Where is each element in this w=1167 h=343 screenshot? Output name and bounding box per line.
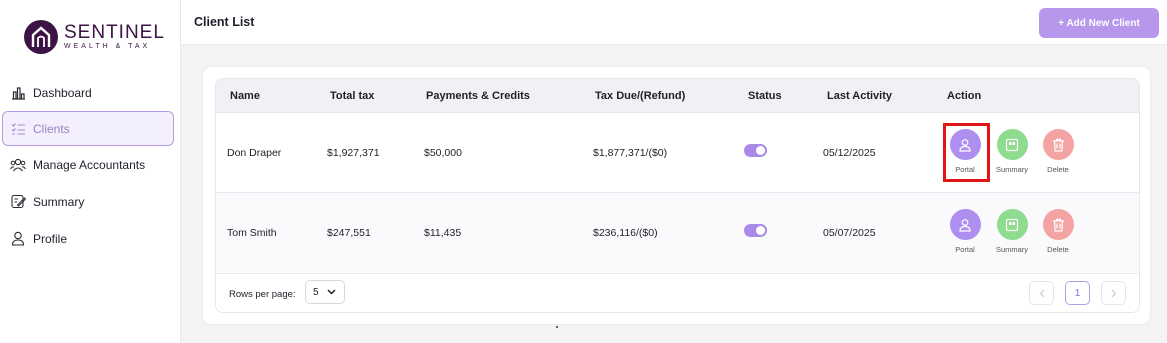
cell-tax-due: $1,877,371/($0) [593, 147, 668, 159]
rows-per-page-select[interactable]: 5 [305, 280, 345, 304]
sidebar-item-label: Summary [33, 194, 85, 209]
cell-total-tax: $247,551 [327, 227, 371, 239]
add-new-client-button[interactable]: + Add New Client [1039, 8, 1159, 38]
sidebar-item-profile[interactable]: Profile [0, 220, 181, 257]
sidebar: SENTINEL WEALTH & TAX Dashboard Clients … [0, 0, 181, 343]
summary-icon [1005, 138, 1019, 151]
cell-tax-due: $236,116/($0) [593, 227, 658, 239]
previous-page-button[interactable] [1029, 281, 1054, 305]
trash-icon [1052, 218, 1064, 232]
delete-action[interactable]: Delete [1038, 129, 1078, 174]
column-header-action: Action [947, 90, 982, 102]
next-page-button[interactable] [1101, 281, 1126, 305]
user-icon [10, 231, 26, 247]
sidebar-item-label: Profile [33, 231, 68, 246]
rows-per-page-label: Rows per page: [229, 289, 296, 300]
summary-label: Summary [995, 165, 1029, 174]
chevron-right-icon [1111, 289, 1116, 297]
cell-last-activity: 05/07/2025 [823, 227, 876, 239]
brand-tagline: WEALTH & TAX [64, 43, 151, 50]
logo-mark-icon [24, 20, 58, 54]
column-header-payments: Payments & Credits [426, 90, 530, 102]
delete-label: Delete [1047, 245, 1069, 254]
table-row: Tom Smith $247,551 $11,435 $236,116/($0)… [216, 192, 1139, 272]
rows-per-page-value: 5 [313, 286, 319, 298]
sidebar-item-clients[interactable]: Clients [2, 111, 174, 146]
edit-document-icon [10, 194, 26, 210]
summary-action[interactable]: Summary [992, 209, 1032, 254]
column-header-last-activity: Last Activity [827, 90, 893, 102]
sidebar-item-label: Clients [33, 121, 70, 136]
delete-button[interactable] [1042, 209, 1074, 240]
sidebar-item-summary[interactable]: Summary [0, 183, 181, 220]
toggle-knob [756, 146, 765, 155]
cell-name: Don Draper [227, 147, 282, 159]
sidebar-nav: Dashboard Clients Manage Accountants Sum… [0, 74, 181, 257]
sidebar-item-label: Dashboard [33, 85, 92, 100]
highlight-box [943, 123, 990, 182]
sidebar-item-label: Manage Accountants [33, 157, 146, 172]
cell-last-activity: 05/12/2025 [823, 147, 876, 159]
cell-payments: $50,000 [424, 147, 462, 159]
cell-total-tax: $1,927,371 [327, 147, 380, 159]
delete-action[interactable]: Delete [1038, 209, 1078, 254]
portal-button[interactable] [949, 209, 981, 240]
trash-icon [1052, 138, 1064, 152]
delete-button[interactable] [1042, 129, 1074, 160]
toggle-knob [756, 226, 765, 235]
table-header: Name Total tax Payments & Credits Tax Du… [216, 79, 1139, 112]
chevron-down-icon [327, 289, 336, 295]
client-table: Name Total tax Payments & Credits Tax Du… [215, 78, 1140, 313]
sidebar-item-dashboard[interactable]: Dashboard [0, 74, 181, 111]
table-row: Don Draper $1,927,371 $50,000 $1,877,371… [216, 112, 1139, 192]
client-list-card: Name Total tax Payments & Credits Tax Du… [202, 66, 1151, 325]
column-header-status: Status [748, 90, 782, 102]
column-header-total-tax: Total tax [330, 90, 375, 102]
top-header: Client List + Add New Client [181, 0, 1167, 45]
summary-button[interactable] [996, 209, 1028, 240]
stray-dot [556, 326, 558, 328]
chevron-left-icon [1039, 289, 1044, 297]
portal-label: Portal [955, 245, 975, 254]
status-toggle[interactable] [744, 224, 767, 237]
column-header-tax-due: Tax Due/(Refund) [595, 90, 686, 102]
list-check-icon [10, 121, 26, 137]
page-title: Client List [194, 15, 255, 29]
brand-logo[interactable]: SENTINEL WEALTH & TAX [24, 20, 165, 54]
portal-action[interactable]: Portal [945, 209, 985, 254]
cell-payments: $11,435 [424, 227, 462, 239]
cell-name: Tom Smith [227, 227, 277, 239]
users-icon [10, 157, 26, 173]
delete-label: Delete [1047, 165, 1069, 174]
table-footer: Rows per page: 5 1 [216, 273, 1139, 312]
status-toggle[interactable] [744, 144, 767, 157]
user-icon [959, 218, 971, 232]
summary-button[interactable] [996, 129, 1028, 160]
column-header-name: Name [230, 90, 260, 102]
bar-chart-icon [10, 85, 26, 101]
summary-icon [1005, 218, 1019, 231]
sidebar-item-manage-accountants[interactable]: Manage Accountants [0, 146, 181, 183]
page-button-current[interactable]: 1 [1065, 281, 1090, 305]
summary-label: Summary [995, 245, 1029, 254]
summary-action[interactable]: Summary [992, 129, 1032, 174]
brand-name: SENTINEL [64, 22, 165, 43]
